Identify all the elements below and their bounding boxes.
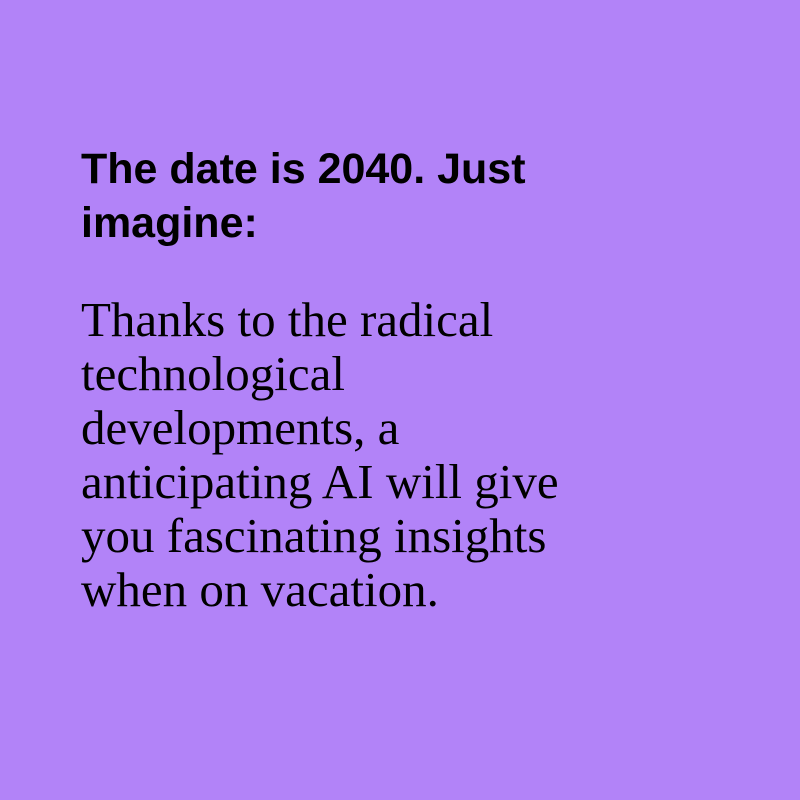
body-line: Thanks to the radical [81,292,494,347]
heading-line: The date is 2040. Just [81,145,526,193]
body-line: anticipating AI will give [81,454,559,509]
quote-card: The date is 2040. Just imagine: Thanks t… [0,0,800,800]
heading: The date is 2040. Just imagine: [81,142,721,250]
heading-line: imagine: [81,199,258,247]
body-line: you fascinating insights [81,508,547,563]
body-line: developments, a [81,400,400,455]
body-line: technological [81,346,345,401]
body-paragraph: Thanks to the radical technological deve… [81,293,721,617]
body-line: when on vacation. [81,562,439,617]
